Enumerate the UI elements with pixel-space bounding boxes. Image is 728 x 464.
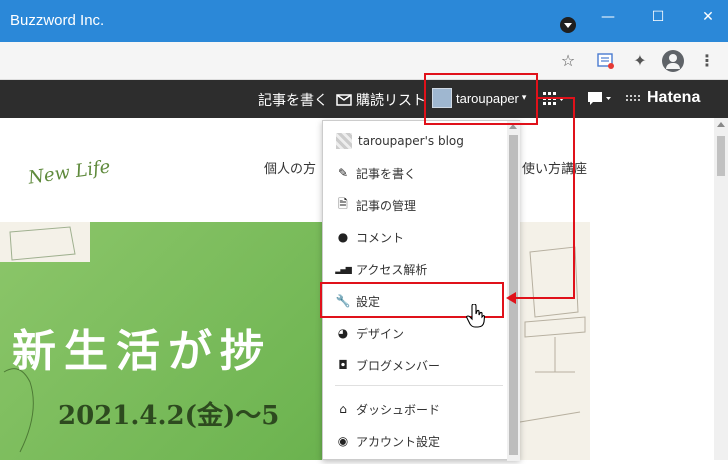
window-title: Buzzword Inc. xyxy=(10,12,105,29)
palette-icon: ◕ xyxy=(337,326,349,340)
dropdown-item-label: アカウント設定 xyxy=(356,434,441,449)
dropdown-item-comments[interactable]: ● コメント xyxy=(323,221,507,253)
account-avatar-icon[interactable] xyxy=(662,50,684,72)
reading-mode-icon[interactable] xyxy=(597,52,615,70)
notification-icon[interactable] xyxy=(587,91,613,107)
annotation-arrow-line xyxy=(514,297,575,299)
extensions-puzzle-icon[interactable]: ✦ xyxy=(630,51,650,71)
scroll-up-icon[interactable] xyxy=(717,122,725,127)
page-scrollbar[interactable] xyxy=(714,118,728,460)
dropdown-item-manage[interactable]: 🗎 記事の管理 xyxy=(323,189,507,221)
dropdown-item-label: 記事を書く xyxy=(356,166,417,181)
home-icon: ⌂ xyxy=(339,402,347,416)
close-button[interactable]: ✕ xyxy=(693,7,723,27)
apps-grid-icon[interactable] xyxy=(543,92,565,106)
hatena-logo[interactable]: Hatena xyxy=(647,89,700,107)
highlight-user-menu xyxy=(424,73,538,125)
write-article-link[interactable]: 記事を書く xyxy=(258,90,328,110)
dropdown-item-account[interactable]: ◉ アカウント設定 xyxy=(323,425,507,457)
dropdown-item-label: 記事の管理 xyxy=(356,198,417,213)
title-bar: Buzzword Inc. — ☐ ✕ xyxy=(0,0,728,42)
minimize-button[interactable]: — xyxy=(593,7,623,27)
hatena-global-header: 記事を書く 購読リスト taroupaper ▾ Hatena xyxy=(0,80,728,118)
annotation-arrowhead-icon xyxy=(506,292,516,304)
dropdown-item-label: ダッシュボード xyxy=(356,402,441,417)
members-icon: ◘ xyxy=(338,358,348,372)
annotation-arrow-line xyxy=(538,97,575,99)
browser-toolbar: ☆ ✦ ⋮ xyxy=(0,42,728,80)
reading-list-icon xyxy=(336,94,352,106)
bookmark-star-icon[interactable]: ☆ xyxy=(558,51,578,71)
bar-chart-icon: ▂▄▆ xyxy=(335,264,351,274)
dropdown-item-label: ブログメンバー xyxy=(356,358,441,373)
dropdown-divider xyxy=(335,385,503,386)
profile-dropdown-icon[interactable] xyxy=(560,17,576,33)
reading-list-link[interactable]: 購読リスト xyxy=(356,90,426,110)
scrollbar-thumb[interactable] xyxy=(717,136,725,176)
dropdown-item-dashboard[interactable]: ⌂ ダッシュボード xyxy=(323,393,507,425)
dropdown-scrollbar[interactable] xyxy=(507,121,520,461)
hatena-logo-icon xyxy=(626,95,642,101)
account-icon: ◉ xyxy=(337,434,349,448)
nav-individual-link[interactable]: 個人の方 xyxy=(264,158,316,177)
blog-name-label: taroupaper's blog xyxy=(358,134,464,148)
nav-howto-link[interactable]: 使い方講座 xyxy=(522,158,587,177)
blog-thumbnail xyxy=(336,133,352,149)
dropdown-item-label: アクセス解析 xyxy=(356,262,428,277)
dropdown-item-label: デザイン xyxy=(356,326,405,341)
dropdown-item-write[interactable]: ✎ 記事を書く xyxy=(323,157,507,189)
annotation-arrow-line xyxy=(573,97,575,298)
dropdown-item-members[interactable]: ◘ ブログメンバー xyxy=(323,349,507,381)
document-icon: 🗎 xyxy=(338,196,348,211)
maximize-button[interactable]: ☐ xyxy=(643,7,673,27)
dropdown-item-analytics[interactable]: ▂▄▆ アクセス解析 xyxy=(323,253,507,285)
menu-kebab-icon[interactable]: ⋮ xyxy=(697,51,717,71)
banner-date: 2021.4.2(金)〜5 xyxy=(58,401,280,431)
banner-title: 新生活が捗 xyxy=(12,326,272,377)
comment-icon: ● xyxy=(337,230,349,244)
edit-icon: ✎ xyxy=(337,166,349,180)
hand-cursor-icon xyxy=(466,304,486,328)
dropdown-blog-link[interactable]: taroupaper's blog xyxy=(323,125,507,157)
dropdown-item-label: コメント xyxy=(356,230,405,245)
